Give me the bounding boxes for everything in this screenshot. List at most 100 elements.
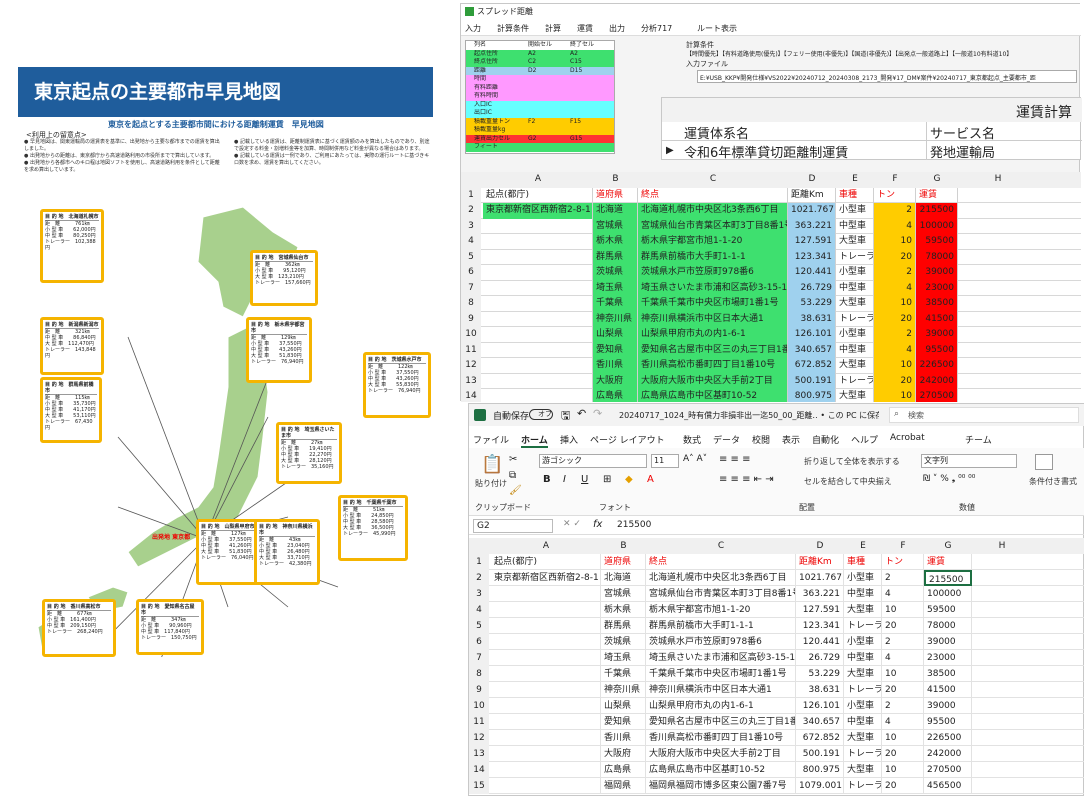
table-cell[interactable]: 4 <box>882 586 924 602</box>
table-cell[interactable]: 山梨県甲府市丸の内1-6-1 <box>646 698 796 714</box>
table-cell[interactable]: 120.441 <box>788 265 836 281</box>
table-cell[interactable]: 神奈川県横浜市中区日本大通1 <box>638 311 788 327</box>
table-cell[interactable]: 運賃 <box>924 554 972 570</box>
table-cell[interactable]: 4 <box>874 280 916 296</box>
menu-item[interactable]: 計算 <box>545 23 561 34</box>
column-letter[interactable]: G <box>924 538 972 554</box>
font-size-select[interactable]: 11 <box>651 454 679 468</box>
menu-item[interactable]: 入力 <box>465 23 481 34</box>
format-painter-icon[interactable]: 🖌 <box>509 485 522 496</box>
table-cell[interactable]: 23000 <box>916 280 958 296</box>
autosave-toggle[interactable]: オフ <box>529 409 553 420</box>
table-cell[interactable] <box>483 218 593 234</box>
table-cell[interactable]: 大型車 <box>836 296 874 312</box>
table-cell[interactable]: 2 <box>874 265 916 281</box>
table-cell[interactable]: 126.101 <box>796 698 844 714</box>
menu-item[interactable]: 運賃 <box>577 23 593 34</box>
row-number[interactable]: 7 <box>461 280 481 296</box>
table-cell[interactable]: 126.101 <box>788 327 836 343</box>
redo-icon[interactable]: ↷ <box>593 407 602 420</box>
table-cell[interactable]: 2 <box>874 203 916 219</box>
table-cell[interactable]: トレーラ <box>844 682 882 698</box>
field-list-row[interactable]: 終点住所 C2 C15 <box>466 58 614 67</box>
table-cell[interactable] <box>491 746 601 762</box>
table-cell[interactable]: 中型車 <box>844 714 882 730</box>
column-letter[interactable]: D <box>788 172 836 188</box>
table-cell[interactable] <box>483 373 593 389</box>
menu-item[interactable]: 分析717 <box>641 23 672 34</box>
table-cell[interactable]: 神奈川県横浜市中区日本大通1 <box>646 682 796 698</box>
row-number[interactable]: 4 <box>461 234 481 250</box>
table-cell[interactable]: 456500 <box>924 778 972 794</box>
table-cell[interactable]: 672.852 <box>788 358 836 374</box>
table-cell[interactable]: 福岡県福岡市博多区東公園7番7号 <box>646 778 796 794</box>
table-cell[interactable]: 車種 <box>844 554 882 570</box>
table-cell[interactable] <box>491 714 601 730</box>
table-cell[interactable]: 栃木県宇都宮市旭1-1-20 <box>638 234 788 250</box>
table-cell[interactable]: 10 <box>874 358 916 374</box>
save-icon[interactable]: 🖫 <box>561 407 570 426</box>
table-cell[interactable]: 2 <box>882 570 924 586</box>
column-letter[interactable]: C <box>638 172 788 188</box>
table-cell[interactable] <box>491 778 601 794</box>
table-cell[interactable]: 95500 <box>924 714 972 730</box>
row-number[interactable]: 14 <box>461 389 481 402</box>
table-cell[interactable]: 山梨県甲府市丸の内1-6-1 <box>638 327 788 343</box>
row-number[interactable]: 6 <box>469 634 489 650</box>
column-letter[interactable]: B <box>593 172 638 188</box>
input-file-path[interactable]: E:¥USB_KKP¥開発仕様¥VS2022¥20240712_20240308… <box>697 70 1077 83</box>
cancel-enter-icons[interactable]: ✕ ✓ <box>563 519 581 529</box>
excel-grid[interactable]: A B C D E F G H 1 起点(都庁) 道府県 終点 距離Km 車種 トン 運賃 2 東京都新宿区西新宿… <box>469 538 1084 796</box>
table-cell[interactable]: 10 <box>882 762 924 778</box>
row-number[interactable]: 13 <box>469 746 489 762</box>
table-cell[interactable] <box>483 358 593 374</box>
table-cell[interactable]: 小型車 <box>844 634 882 650</box>
table-cell[interactable]: 26.729 <box>788 280 836 296</box>
table-cell[interactable]: 123.341 <box>796 618 844 634</box>
table-cell[interactable] <box>483 234 593 250</box>
menu-item[interactable]: 計算条件 <box>497 23 529 34</box>
row-number[interactable]: 1 <box>461 187 481 203</box>
cut-icon[interactable]: ✂ <box>509 454 517 465</box>
column-letter[interactable]: E <box>844 538 882 554</box>
table-cell[interactable]: 10 <box>874 296 916 312</box>
ribbon-tab[interactable]: チーム <box>965 433 992 446</box>
row-number[interactable]: 14 <box>469 762 489 778</box>
table-cell[interactable]: 千葉県千葉市中央区市場町1番1号 <box>646 666 796 682</box>
table-cell[interactable]: 千葉県 <box>593 296 638 312</box>
column-letter[interactable]: F <box>874 172 916 188</box>
bold-icon[interactable]: B <box>543 474 551 485</box>
copy-icon[interactable]: ⧉ <box>509 470 516 481</box>
row-number[interactable]: 9 <box>469 682 489 698</box>
underline-icon[interactable]: U <box>581 474 588 485</box>
table-cell[interactable]: 香川県高松市番町四丁目1番10号 <box>646 730 796 746</box>
table-cell[interactable]: 千葉県千葉市中央区市場町1番1号 <box>638 296 788 312</box>
row-number[interactable]: 11 <box>469 714 489 730</box>
table-cell[interactable]: 4 <box>874 342 916 358</box>
table-cell[interactable]: 340.657 <box>788 342 836 358</box>
table-cell[interactable]: 広島県 <box>601 762 646 778</box>
table-cell[interactable]: 距離Km <box>796 554 844 570</box>
menu-item[interactable]: 出力 <box>609 23 625 34</box>
table-cell[interactable]: 福岡県 <box>601 778 646 794</box>
table-cell[interactable]: 香川県 <box>593 358 638 374</box>
table-cell[interactable] <box>483 249 593 265</box>
field-list-row[interactable]: 距離 D2 D15 <box>466 66 614 75</box>
currency-percent-icons[interactable]: ₪ ˅ % ❟ ⁰⁰ ⁰⁰ <box>923 474 975 484</box>
field-list-row[interactable]: 列名 開始セル 終了セル <box>466 41 614 50</box>
table-cell[interactable]: 群馬県 <box>593 249 638 265</box>
top-grid[interactable]: A B C D E F G H 1 起点(都庁) 道府県 終点 距離Km 車種 トン 運賃 2 東京都新宿区西新宿… <box>461 172 1081 402</box>
table-cell[interactable]: トレーラ <box>844 746 882 762</box>
table-cell[interactable]: 大阪府 <box>601 746 646 762</box>
table-cell[interactable]: 39000 <box>924 698 972 714</box>
table-cell[interactable]: 栃木県 <box>601 602 646 618</box>
table-cell[interactable]: 神奈川県 <box>601 682 646 698</box>
table-cell[interactable]: 38.631 <box>796 682 844 698</box>
table-cell[interactable]: 群馬県 <box>601 618 646 634</box>
table-cell[interactable]: 2 <box>874 327 916 343</box>
table-cell[interactable]: 北海道札幌市中央区北3条西6丁目 <box>638 203 788 219</box>
menu-item[interactable]: ルート表示 <box>697 23 737 34</box>
table-cell[interactable]: 59500 <box>924 602 972 618</box>
row-number[interactable]: 11 <box>461 342 481 358</box>
row-number[interactable]: 6 <box>461 265 481 281</box>
